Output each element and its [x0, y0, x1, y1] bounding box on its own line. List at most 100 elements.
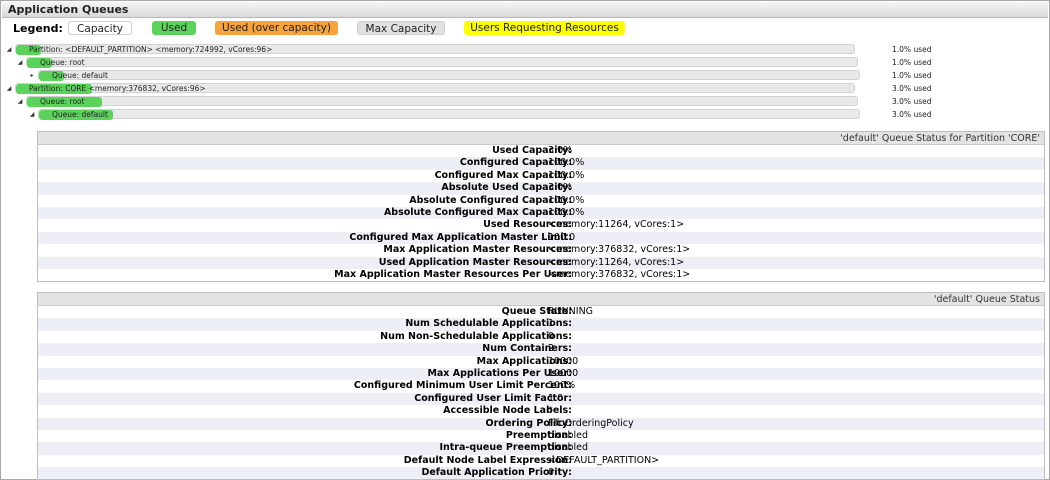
- capacity-bar: [38, 70, 860, 81]
- info-value: 1: [548, 318, 555, 330]
- info-value: 100.0%: [548, 169, 585, 181]
- queue-status-heading: 'default' Queue Status: [38, 293, 1044, 306]
- application-queues-panel: Application Queues Legend: Capacity Used…: [0, 0, 1050, 480]
- legend: Legend: Capacity Used Used (over capacit…: [1, 21, 1047, 37]
- used-percent: 3.0% used: [892, 97, 932, 106]
- info-key: Used Application Master Resources:: [378, 256, 572, 268]
- info-row: Used Resources: <memory:11264, vCores:1>: [38, 219, 1044, 231]
- info-row: Absolute Configured Capacity: 100.0%: [38, 195, 1044, 207]
- info-key: Absolute Configured Max Capacity:: [383, 206, 572, 218]
- capacity-bar: [38, 109, 860, 120]
- info-row: Absolute Configured Max Capacity: 100.0%: [38, 206, 1044, 220]
- tree-row-queue-default[interactable]: ◢ Queue: default: [28, 109, 888, 120]
- info-value: disabled: [548, 429, 588, 441]
- queue-status-table: 'default' Queue Status Queue State: RUNNI…: [37, 292, 1045, 480]
- info-key: Default Node Label Expression:: [403, 454, 572, 466]
- used-percent: 3.0% used: [892, 110, 932, 119]
- info-row: Max Applications Per User: 10000: [38, 367, 1044, 381]
- info-value: <memory:11264, vCores:1>: [548, 219, 685, 231]
- info-row: Used Capacity: 3.0%: [38, 145, 1044, 157]
- queue-label: Queue: default: [52, 110, 108, 119]
- info-row: Num Schedulable Applications: 1: [38, 318, 1044, 331]
- legend-users-requesting: Users Requesting Resources: [464, 21, 625, 35]
- info-value: RUNNING: [548, 306, 594, 317]
- info-key: Num Containers:: [482, 343, 572, 355]
- legend-capacity: Capacity: [68, 21, 132, 35]
- info-value: 3.0%: [548, 182, 573, 194]
- info-value: 3.0%: [548, 145, 573, 156]
- info-value: 1.0: [548, 392, 564, 404]
- info-row: Used Application Master Resources: <memor…: [38, 256, 1044, 269]
- partition-label: Partition: CORE <memory:376832, vCores:9…: [29, 84, 206, 93]
- info-value: 0: [548, 330, 555, 342]
- used-percent: 1.0% used: [892, 71, 932, 80]
- info-value: disabled: [548, 442, 588, 454]
- info-row: Ordering Policy: FifoOrderingPolicy: [38, 417, 1044, 430]
- info-value: 100.0%: [548, 194, 585, 206]
- used-percent: 1.0% used: [892, 58, 932, 67]
- tree-row-queue-root[interactable]: ◢ Queue: root: [16, 96, 886, 107]
- info-value: 100.0%: [548, 157, 585, 169]
- expand-triangle-icon[interactable]: ◢: [28, 109, 36, 120]
- info-row: Queue State: RUNNING: [38, 306, 1044, 318]
- info-row: Default Application Priority: 0: [38, 467, 1044, 480]
- capacity-bar: [26, 57, 858, 68]
- info-value: FifoOrderingPolicy: [548, 417, 634, 429]
- expand-triangle-icon[interactable]: ◢: [5, 44, 13, 55]
- legend-used: Used: [152, 21, 196, 35]
- used-percent: 1.0% used: [892, 45, 932, 54]
- info-row: Configured Capacity: 100.0%: [38, 157, 1044, 170]
- queue-label: Queue: root: [40, 97, 85, 106]
- info-key: Max Application Master Resources:: [383, 244, 572, 256]
- info-row: Intra-queue Preemption: disabled: [38, 442, 1044, 455]
- info-key: Num Non-Schedulable Applications:: [380, 330, 572, 342]
- expand-triangle-icon[interactable]: ◢: [5, 83, 13, 94]
- info-row: Max Applications: 10000: [38, 356, 1044, 368]
- expand-triangle-icon[interactable]: ◢: [16, 96, 24, 107]
- tree-row-partition-default[interactable]: ◢ Partition: <DEFAULT_PARTITION> <memory…: [5, 44, 885, 55]
- queue-label: Queue: root: [40, 58, 85, 67]
- info-row: Num Non-Schedulable Applications: 0: [38, 331, 1044, 343]
- info-row: Accessible Node Labels: *: [38, 405, 1044, 417]
- info-row: Default Node Label Expression: <DEFAULT_P…: [38, 455, 1044, 467]
- info-row: Configured User Limit Factor: 1.0: [38, 392, 1044, 406]
- used-percent: 3.0% used: [892, 84, 932, 93]
- info-row: Max Application Master Resources: <memory…: [38, 244, 1044, 256]
- tree-row-queue-root[interactable]: ◢ Queue: root: [16, 57, 886, 68]
- partition-status-table: 'default' Queue Status for Partition 'CO…: [37, 131, 1045, 283]
- info-row: Configured Minimum User Limit Percent: 10…: [38, 380, 1044, 392]
- info-row: Configured Max Application Master Limit:…: [38, 231, 1044, 245]
- section-header[interactable]: Application Queues: [2, 2, 1048, 18]
- info-key: Max Application Master Resources Per Use…: [334, 268, 572, 280]
- info-value: <DEFAULT_PARTITION>: [548, 454, 660, 466]
- info-key: Num Schedulable Applications:: [405, 318, 572, 330]
- info-value: 10000: [548, 367, 579, 379]
- info-value: *: [548, 405, 553, 417]
- info-value: <memory:11264, vCores:1>: [548, 256, 685, 268]
- info-value: <memory:376832, vCores:1>: [548, 268, 691, 280]
- info-value: 0: [548, 467, 555, 479]
- info-row: Absolute Used Capacity: 3.0%: [38, 182, 1044, 195]
- expand-triangle-icon[interactable]: ◢: [16, 57, 24, 68]
- legend-max-capacity: Max Capacity: [357, 21, 445, 35]
- info-row: Num Containers: 2: [38, 343, 1044, 356]
- info-key: Configured Max Application Master Limit:: [349, 231, 572, 243]
- info-value: 2: [548, 343, 555, 355]
- info-row: Preemption: disabled: [38, 430, 1044, 442]
- capacity-bar: [26, 96, 858, 107]
- tree-row-queue-default[interactable]: ▸ Queue: default: [28, 70, 888, 81]
- partition-label: Partition: <DEFAULT_PARTITION> <memory:7…: [29, 45, 273, 54]
- tree-row-partition-core[interactable]: ◢ Partition: CORE <memory:376832, vCores…: [5, 83, 885, 94]
- legend-label: Legend:: [13, 22, 63, 35]
- collapsed-triangle-icon[interactable]: ▸: [28, 70, 36, 81]
- partition-status-heading: 'default' Queue Status for Partition 'CO…: [38, 132, 1044, 145]
- info-value: 100%: [548, 380, 576, 392]
- info-row: Configured Max Capacity: 100.0%: [38, 170, 1044, 182]
- info-row: Max Application Master Resources Per Use…: [38, 269, 1044, 281]
- info-key: Configured Minimum User Limit Percent:: [353, 380, 572, 392]
- info-value: <memory:376832, vCores:1>: [548, 244, 691, 256]
- legend-used-over-capacity: Used (over capacity): [215, 21, 338, 35]
- info-value: 100.0: [548, 231, 576, 243]
- info-value: 10000: [548, 355, 579, 367]
- info-value: 100.0%: [548, 206, 585, 218]
